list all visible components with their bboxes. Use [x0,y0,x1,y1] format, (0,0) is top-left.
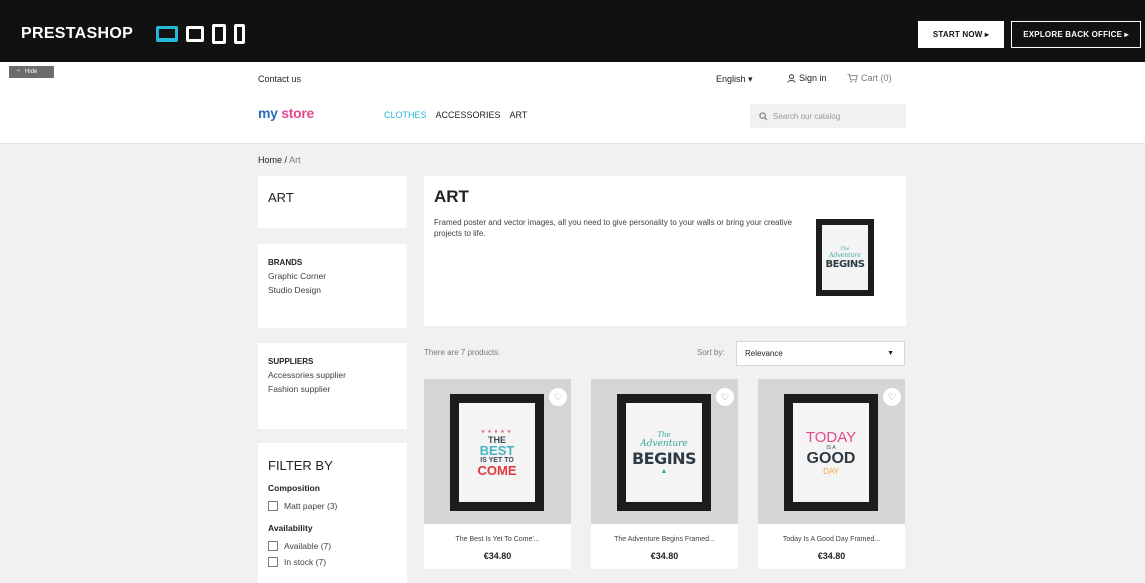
tablet-landscape-icon[interactable] [186,26,204,42]
filter-option-label: Available (7) [284,541,332,551]
site-header [0,62,1145,144]
filter-option-label: In stock (7) [284,557,327,567]
product-price: €34.80 [483,551,512,561]
sign-in-link[interactable]: Sign in [787,73,827,83]
language-selector[interactable]: English ▾ [716,74,753,85]
category-image: The Adventure BEGINS [816,219,874,296]
product-card[interactable]: TODAY IS A GOOD DAY ♡ Today Is A Good Da… [758,379,905,569]
product-card[interactable]: The Adventure BEGINS ▲ ♡ The Adventure B… [591,379,738,569]
poster-text: Adventure [640,438,688,449]
filter-option-label: Matt paper (3) [284,501,338,511]
product-image[interactable]: The Adventure BEGINS ▲ ♡ [591,379,738,524]
store-logo[interactable]: my store [258,105,314,121]
logo-my: my [258,105,278,121]
explore-back-office-button[interactable]: EXPLORE BACK OFFICE ▸ [1011,21,1141,48]
sort-select[interactable]: Relevance ▼ [736,341,905,366]
contact-us-link[interactable]: Contact us [258,74,301,84]
logo-store: store [281,105,314,121]
poster-text: Adventure [829,251,861,259]
category-title: ART [434,187,469,206]
product-name[interactable]: The Adventure Begins Framed... [591,536,738,543]
filter-option-available[interactable]: Available (7) [268,541,397,551]
sort-value: Relevance [745,349,783,358]
hide-button[interactable]: ⌃ Hide [9,66,54,78]
demo-topbar: PRESTASHOP START NOW ▸ EXPLORE BACK OFFI… [0,0,1145,62]
sign-in-label: Sign in [799,73,827,83]
breadcrumb: Home / Art [258,155,301,165]
product-image[interactable]: ★★★★★ THE BEST IS YET TO COME ♡ [424,379,571,524]
tablet-portrait-icon[interactable] [212,24,226,44]
poster-text: The [657,430,671,439]
filter-option-matt-paper[interactable]: Matt paper (3) [268,501,397,511]
poster-triangle: ▲ [660,467,668,475]
nav-clothes[interactable]: CLOTHES [384,110,427,120]
prestashop-brand[interactable]: PRESTASHOP [21,25,133,43]
availability-heading: Availability [268,523,313,533]
product-image[interactable]: TODAY IS A GOOD DAY ♡ [758,379,905,524]
wishlist-heart-icon[interactable]: ♡ [549,388,567,406]
filter-option-in-stock[interactable]: In stock (7) [268,557,397,567]
user-icon [787,73,796,83]
nav-accessories[interactable]: ACCESSORIES [436,110,501,120]
checkbox[interactable] [268,557,278,567]
product-price: €34.80 [817,551,846,561]
breadcrumb-current: Art [289,155,301,165]
poster-text: TODAY [805,428,857,446]
checkbox[interactable] [268,541,278,551]
sidebar-suppliers-panel: SUPPLIERS Accessories supplier Fashion s… [258,343,407,429]
caret-down-icon: ▼ [887,350,894,357]
brand-link[interactable]: Graphic Corner [268,271,397,281]
poster-text: DAY [823,466,839,476]
product-name[interactable]: Today Is A Good Day Framed... [758,536,905,543]
poster-frame: ★★★★★ THE BEST IS YET TO COME [450,394,544,511]
suppliers-heading: SUPPLIERS [268,357,314,366]
search-input[interactable]: Search our catalog [750,104,906,128]
sidebar-brands-panel: BRANDS Graphic Corner Studio Design [258,244,407,328]
product-count: There are 7 products. [424,348,501,357]
sidebar-category-title[interactable]: ART [268,190,397,205]
checkbox[interactable] [268,501,278,511]
poster-text: COME [477,462,517,478]
supplier-link[interactable]: Fashion supplier [268,384,397,394]
desktop-icon[interactable] [156,26,178,42]
poster-text: BEGINS [825,258,865,270]
category-description: Framed poster and vector images, all you… [434,218,792,238]
brands-heading: BRANDS [268,258,303,267]
sidebar-category-panel: ART [258,176,407,228]
cart-icon [847,73,858,83]
nav-art[interactable]: ART [510,110,528,120]
start-now-button[interactable]: START NOW ▸ [918,21,1004,48]
poster-text: BEST [479,442,515,458]
poster-frame: TODAY IS A GOOD DAY [784,394,878,511]
chevron-up-icon: ⌃ [16,69,22,76]
filter-panel: FILTER BY Composition Matt paper (3) Ava… [258,443,407,583]
product-card[interactable]: ★★★★★ THE BEST IS YET TO COME ♡ The Best… [424,379,571,569]
poster-text: BEGINS [631,448,697,468]
filter-by-title: FILTER BY [268,458,333,473]
composition-heading: Composition [268,483,320,493]
supplier-link[interactable]: Accessories supplier [268,370,397,380]
breadcrumb-home[interactable]: Home [258,155,282,165]
category-header-panel: ART Framed poster and vector images, all… [424,176,906,326]
mobile-icon[interactable] [234,24,245,44]
wishlist-heart-icon[interactable]: ♡ [716,388,734,406]
poster-frame: The Adventure BEGINS ▲ [617,394,711,511]
product-name[interactable]: The Best Is Yet To Come'... [424,536,571,543]
device-switcher [156,24,245,44]
brand-link[interactable]: Studio Design [268,285,397,295]
poster-text: GOOD [806,449,856,467]
product-price: €34.80 [650,551,679,561]
main-nav: CLOTHES ACCESSORIES ART [384,110,527,120]
hide-label: Hide [25,69,38,75]
search-placeholder: Search our catalog [773,111,841,121]
breadcrumb-separator: / [284,155,288,165]
cart-label: Cart (0) [861,73,892,83]
wishlist-heart-icon[interactable]: ♡ [883,388,901,406]
cart-link[interactable]: Cart (0) [847,73,892,83]
sort-label: Sort by: [697,348,725,357]
search-icon [759,111,768,120]
